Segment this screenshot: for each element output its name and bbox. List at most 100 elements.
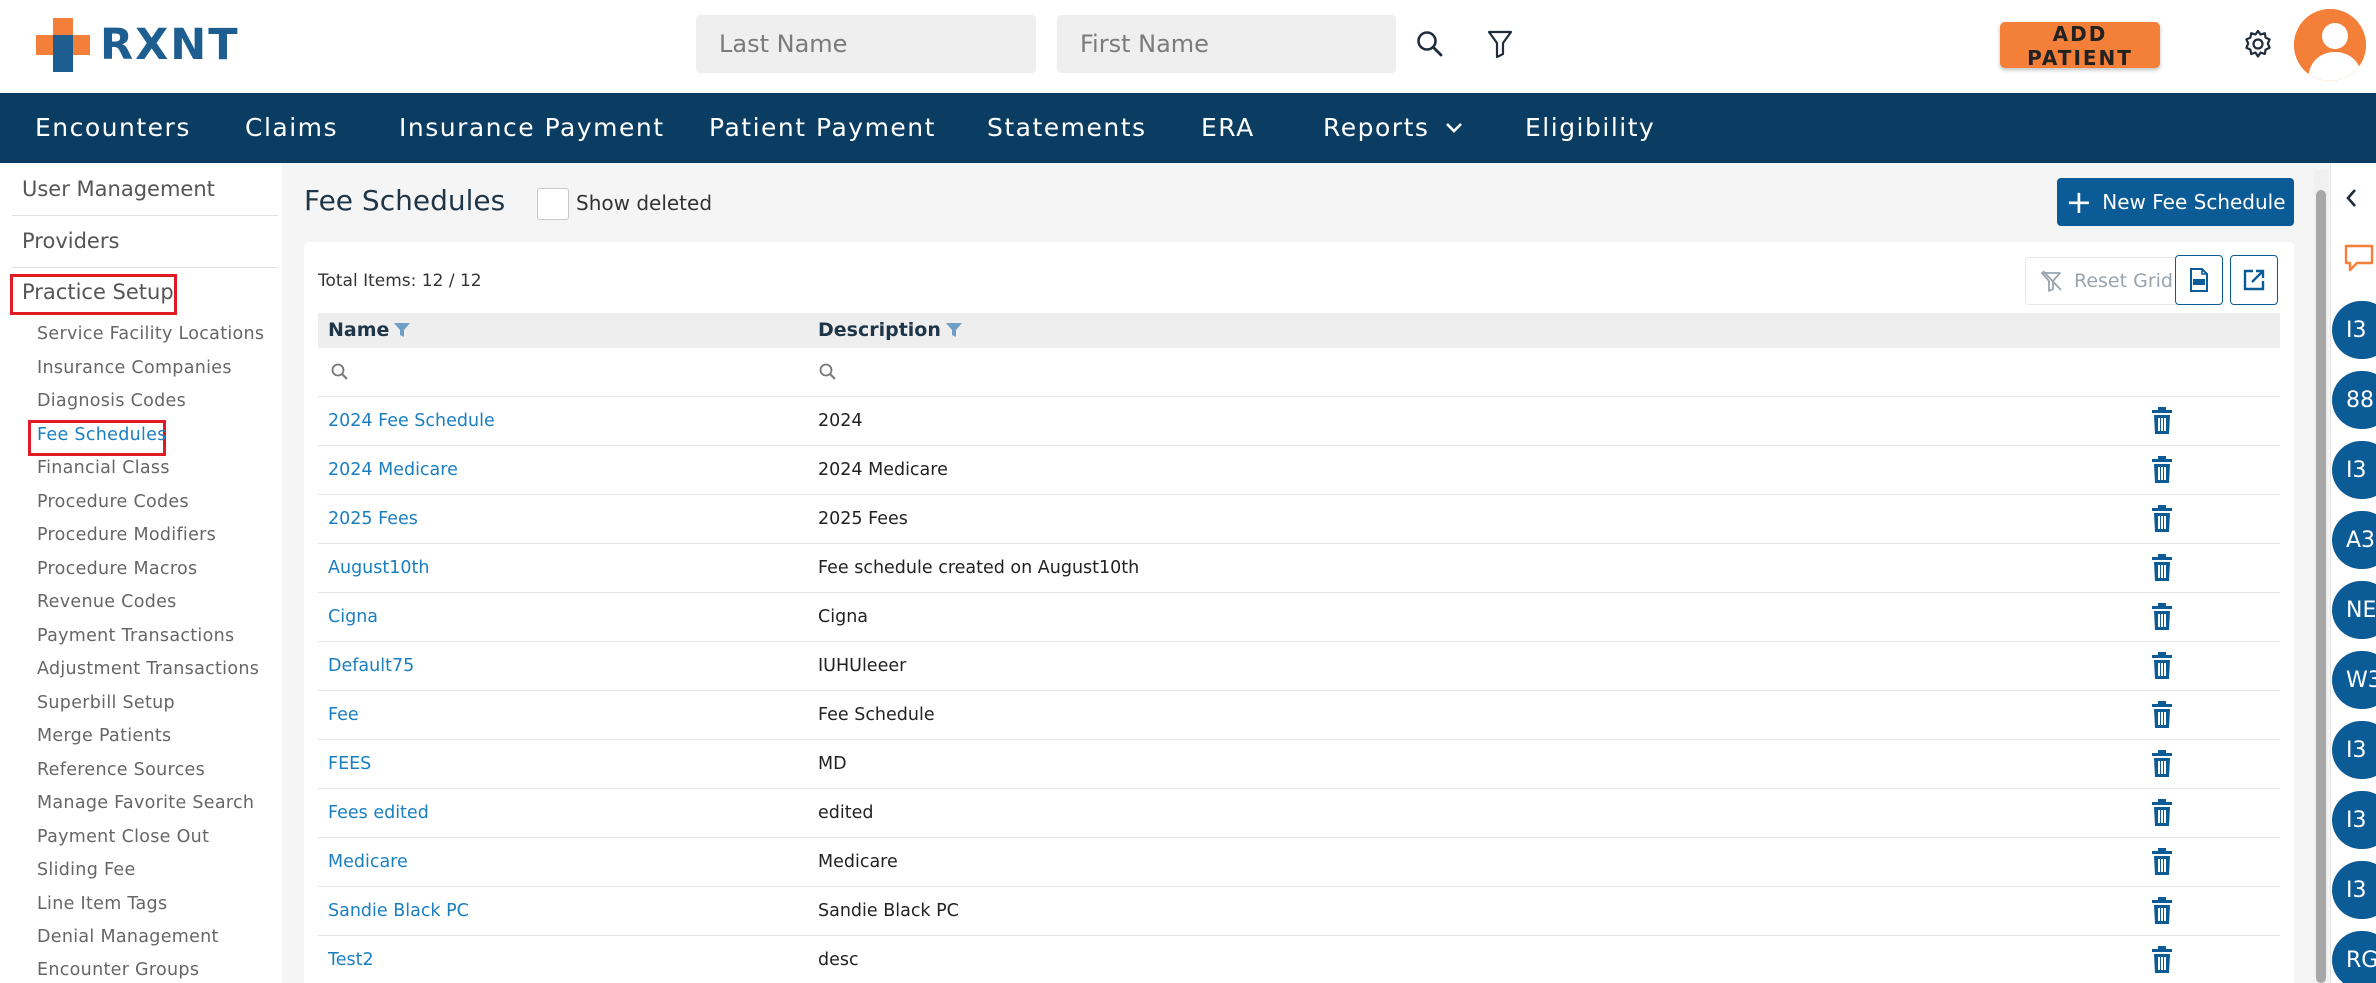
description-filter-search-icon[interactable] [818, 362, 838, 382]
nav-era[interactable]: ERA [1201, 113, 1255, 142]
top-header: RXNT ADD PATIENT [0, 0, 2376, 93]
table-row: FEES MD [318, 740, 2280, 789]
fee-schedule-name-link[interactable]: FEES [328, 754, 371, 774]
fee-schedule-name-link[interactable]: Test2 [328, 950, 374, 970]
nav-claims[interactable]: Claims [245, 113, 338, 142]
trash-icon[interactable] [2151, 946, 2173, 978]
trash-icon[interactable] [2151, 554, 2173, 586]
sidebar-item-financial-class[interactable]: Financial Class [37, 458, 170, 478]
grid-filter-row [318, 348, 2280, 397]
column-filter-icon[interactable] [945, 322, 963, 338]
chat-icon[interactable] [2343, 243, 2375, 273]
table-row: 2024 Medicare 2024 Medicare [318, 446, 2280, 495]
sidebar-item-diagnosis-codes[interactable]: Diagnosis Codes [37, 391, 186, 411]
fee-schedule-name-link[interactable]: Medicare [328, 852, 408, 872]
rxnt-logo[interactable]: RXNT [36, 18, 240, 72]
nav-encounters[interactable]: Encounters [35, 113, 191, 142]
sidebar-item-sliding-fee[interactable]: Sliding Fee [37, 860, 136, 880]
fee-schedule-name-link[interactable]: 2024 Medicare [328, 460, 458, 480]
trash-icon[interactable] [2151, 652, 2173, 684]
fee-schedule-description: Fee Schedule [818, 705, 935, 725]
sidebar-item-fee-schedules[interactable]: Fee Schedules [37, 425, 167, 445]
sidebar-item-procedure-modifiers[interactable]: Procedure Modifiers [37, 525, 216, 545]
nav-reports[interactable]: Reports [1323, 113, 1463, 142]
fee-schedule-name-link[interactable]: Fees edited [328, 803, 429, 823]
grid-header: Name Description [318, 313, 2280, 348]
sidebar-user-management[interactable]: User Management [22, 177, 215, 201]
export-button[interactable] [2230, 255, 2278, 305]
trash-icon[interactable] [2151, 750, 2173, 782]
sidebar-item-insurance-companies[interactable]: Insurance Companies [37, 358, 232, 378]
trash-icon[interactable] [2151, 603, 2173, 635]
fee-schedule-name-link[interactable]: 2025 Fees [328, 509, 418, 529]
fee-schedule-description: desc [818, 950, 859, 970]
column-header-name[interactable]: Name [328, 319, 411, 341]
fee-schedule-name-link[interactable]: Sandie Black PC [328, 901, 469, 921]
fee-schedule-description: 2024 Medicare [818, 460, 948, 480]
pdf-icon [2190, 268, 2208, 292]
column-name-label: Name [328, 319, 390, 341]
first-name-input[interactable] [1057, 15, 1396, 73]
sidebar-item-line-item-tags[interactable]: Line Item Tags [37, 894, 167, 914]
sidebar-item-procedure-macros[interactable]: Procedure Macros [37, 559, 197, 579]
nav-patient-payment[interactable]: Patient Payment [709, 113, 936, 142]
sidebar-providers[interactable]: Providers [22, 229, 119, 253]
new-fee-schedule-button[interactable]: + New Fee Schedule [2057, 178, 2294, 226]
sidebar-item-denial-management[interactable]: Denial Management [37, 927, 219, 947]
right-rail [2330, 163, 2376, 983]
sidebar-item-merge-patients[interactable]: Merge Patients [37, 726, 171, 746]
nav-statements[interactable]: Statements [987, 113, 1147, 142]
add-patient-button[interactable]: ADD PATIENT [2000, 22, 2160, 70]
sidebar-item-encounter-groups[interactable]: Encounter Groups [37, 960, 199, 980]
trash-icon[interactable] [2151, 701, 2173, 733]
sidebar-item-payment-transactions[interactable]: Payment Transactions [37, 626, 234, 646]
trash-icon[interactable] [2151, 456, 2173, 488]
sidebar-item-reference-sources[interactable]: Reference Sources [37, 760, 205, 780]
sidebar-item-superbill-setup[interactable]: Superbill Setup [37, 693, 175, 713]
reset-grid-button[interactable]: Reset Grid [2025, 257, 2188, 305]
trash-icon[interactable] [2151, 407, 2173, 439]
chevron-down-icon [1446, 122, 1463, 133]
sidebar-item-adjustment-transactions[interactable]: Adjustment Transactions [37, 659, 259, 679]
search-icon[interactable] [1410, 24, 1450, 64]
export-pdf-button[interactable] [2175, 255, 2223, 305]
user-avatar[interactable] [2294, 9, 2366, 81]
trash-icon[interactable] [2151, 897, 2173, 929]
filter-icon[interactable] [1480, 24, 1520, 64]
table-row: August10th Fee schedule created on August… [318, 544, 2280, 593]
sidebar-item-manage-favorite-search[interactable]: Manage Favorite Search [37, 793, 254, 813]
trash-icon[interactable] [2151, 505, 2173, 537]
nav-insurance-payment[interactable]: Insurance Payment [399, 113, 665, 142]
fee-schedule-description: Cigna [818, 607, 869, 627]
name-filter-search-icon[interactable] [330, 362, 350, 382]
last-name-input[interactable] [696, 15, 1036, 73]
table-row: Test2 desc [318, 936, 2280, 983]
trash-icon[interactable] [2151, 848, 2173, 880]
sidebar-item-service-facility-locations[interactable]: Service Facility Locations [37, 324, 264, 344]
fee-schedule-description: Medicare [818, 852, 898, 872]
fee-schedule-description: Sandie Black PC [818, 901, 959, 921]
column-header-description[interactable]: Description [818, 319, 963, 341]
scrollbar-thumb[interactable] [2316, 190, 2326, 983]
sidebar-practice-setup[interactable]: Practice Setup [22, 280, 174, 304]
fee-schedule-name-link[interactable]: Fee [328, 705, 359, 725]
table-row: Default75 IUHUleeer [318, 642, 2280, 691]
table-row: Cigna Cigna [318, 593, 2280, 642]
fee-schedule-description: Fee schedule created on August10th [818, 558, 1140, 578]
chevron-left-icon[interactable] [2343, 187, 2361, 209]
table-row: Fee Fee Schedule [318, 691, 2280, 740]
export-icon [2243, 269, 2265, 291]
nav-eligibility[interactable]: Eligibility [1525, 113, 1655, 142]
sidebar-item-payment-close-out[interactable]: Payment Close Out [37, 827, 209, 847]
trash-icon[interactable] [2151, 799, 2173, 831]
sidebar-item-procedure-codes[interactable]: Procedure Codes [37, 492, 189, 512]
fee-schedule-name-link[interactable]: Default75 [328, 656, 414, 676]
fee-schedule-name-link[interactable]: 2024 Fee Schedule [328, 411, 495, 431]
fee-schedule-name-link[interactable]: Cigna [328, 607, 378, 627]
plus-icon: + [2065, 183, 2093, 221]
sidebar-item-revenue-codes[interactable]: Revenue Codes [37, 592, 177, 612]
gear-icon[interactable] [2238, 24, 2278, 64]
fee-schedule-name-link[interactable]: August10th [328, 558, 429, 578]
show-deleted-checkbox[interactable] [537, 188, 569, 220]
column-filter-icon[interactable] [393, 322, 411, 338]
